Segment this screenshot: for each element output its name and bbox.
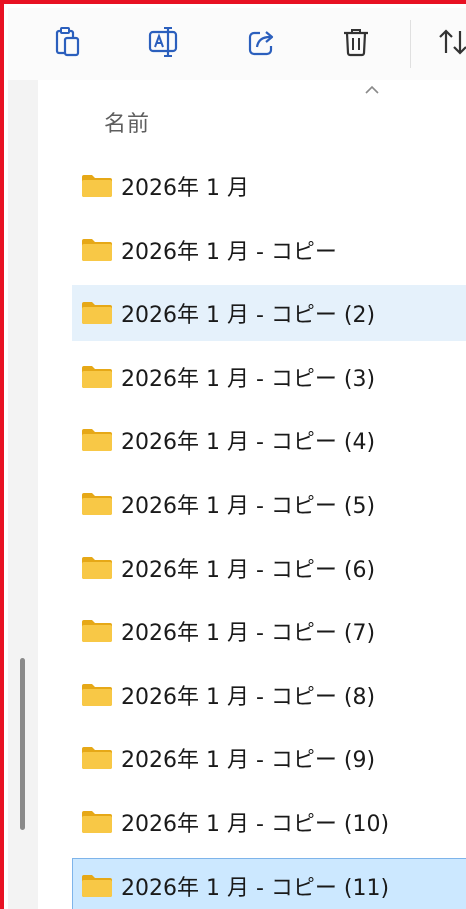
file-name-label: 2026年 1 月 - コピー (9) — [121, 748, 376, 774]
folder-icon — [82, 620, 112, 643]
file-row[interactable]: 2026年 1 月 - コピー (5) — [72, 476, 466, 532]
file-name-label: 2026年 1 月 - コピー (3) — [121, 366, 376, 392]
trash-icon — [344, 29, 368, 57]
file-row[interactable]: 2026年 1 月 - コピー (10) — [72, 794, 466, 850]
file-row[interactable]: 2026年 1 月 - コピー (9) — [72, 730, 466, 786]
file-row[interactable]: 2026年 1 月 - コピー (6) — [72, 540, 466, 596]
file-name-label: 2026年 1 月 - コピー (4) — [121, 430, 376, 456]
file-name-label: 2026年 1 月 - コピー (6) — [121, 557, 376, 583]
file-row[interactable]: 2026年 1 月 - コピー (4) — [72, 412, 466, 468]
rename-icon — [148, 27, 178, 57]
file-name-label: 2026年 1 月 - コピー (8) — [121, 684, 376, 710]
file-name-label: 2026年 1 月 — [121, 176, 249, 201]
delete-button[interactable] — [336, 22, 376, 62]
rename-button[interactable] — [144, 22, 184, 62]
file-row[interactable]: 2026年 1 月 - コピー — [72, 222, 466, 278]
folder-icon — [82, 175, 112, 197]
folder-icon — [82, 238, 112, 261]
folder-icon — [82, 683, 112, 706]
file-name-label: 2026年 1 月 - コピー (10) — [121, 811, 390, 837]
folder-icon — [82, 302, 112, 325]
clipboard-icon — [55, 27, 80, 57]
scrollbar-thumb[interactable] — [20, 658, 25, 830]
file-name-label: 2026年 1 月 - コピー (11) — [121, 875, 390, 901]
command-bar — [8, 8, 466, 80]
folder-icon — [82, 810, 112, 833]
file-row[interactable]: 2026年 1 月 - コピー (2) — [72, 285, 466, 342]
folder-icon — [82, 365, 112, 388]
file-name-label: 2026年 1 月 - コピー (7) — [121, 621, 376, 647]
folder-icon — [82, 429, 112, 452]
folder-icon — [82, 874, 112, 897]
file-name-label: 2026年 1 月 - コピー — [121, 239, 337, 265]
share-button[interactable] — [242, 22, 282, 62]
file-row[interactable]: 2026年 1 月 - コピー (11) — [72, 857, 466, 909]
file-row[interactable]: 2026年 1 月 - コピー (8) — [72, 667, 466, 723]
file-name-label: 2026年 1 月 - コピー (2) — [121, 303, 376, 329]
file-row[interactable]: 2026年 1 月 - コピー (3) — [72, 349, 466, 405]
chevron-up-icon — [365, 85, 379, 94]
share-icon — [248, 31, 274, 56]
sort-button[interactable] — [434, 22, 466, 62]
file-list: 2026年 1 月 2026年 1 月 - コピー 2026年 1 月 - コピー … — [72, 158, 466, 909]
folder-icon — [82, 492, 112, 515]
navigation-pane — [8, 80, 38, 909]
column-header-name[interactable]: 名前 — [104, 106, 150, 138]
file-row[interactable]: 2026年 1 月 — [72, 158, 466, 214]
folder-icon — [82, 556, 112, 579]
sort-icon — [439, 29, 466, 55]
folder-icon — [82, 747, 112, 770]
file-row[interactable]: 2026年 1 月 - コピー (7) — [72, 603, 466, 659]
paste-button[interactable] — [48, 22, 88, 62]
explorer-window: 名前 2026年 1 月 2026年 1 月 - コピー 2026年 1 月 - コ… — [0, 0, 466, 909]
sort-ascending-indicator — [364, 84, 380, 96]
file-name-label: 2026年 1 月 - コピー (5) — [121, 493, 376, 519]
toolbar-separator — [410, 20, 411, 68]
